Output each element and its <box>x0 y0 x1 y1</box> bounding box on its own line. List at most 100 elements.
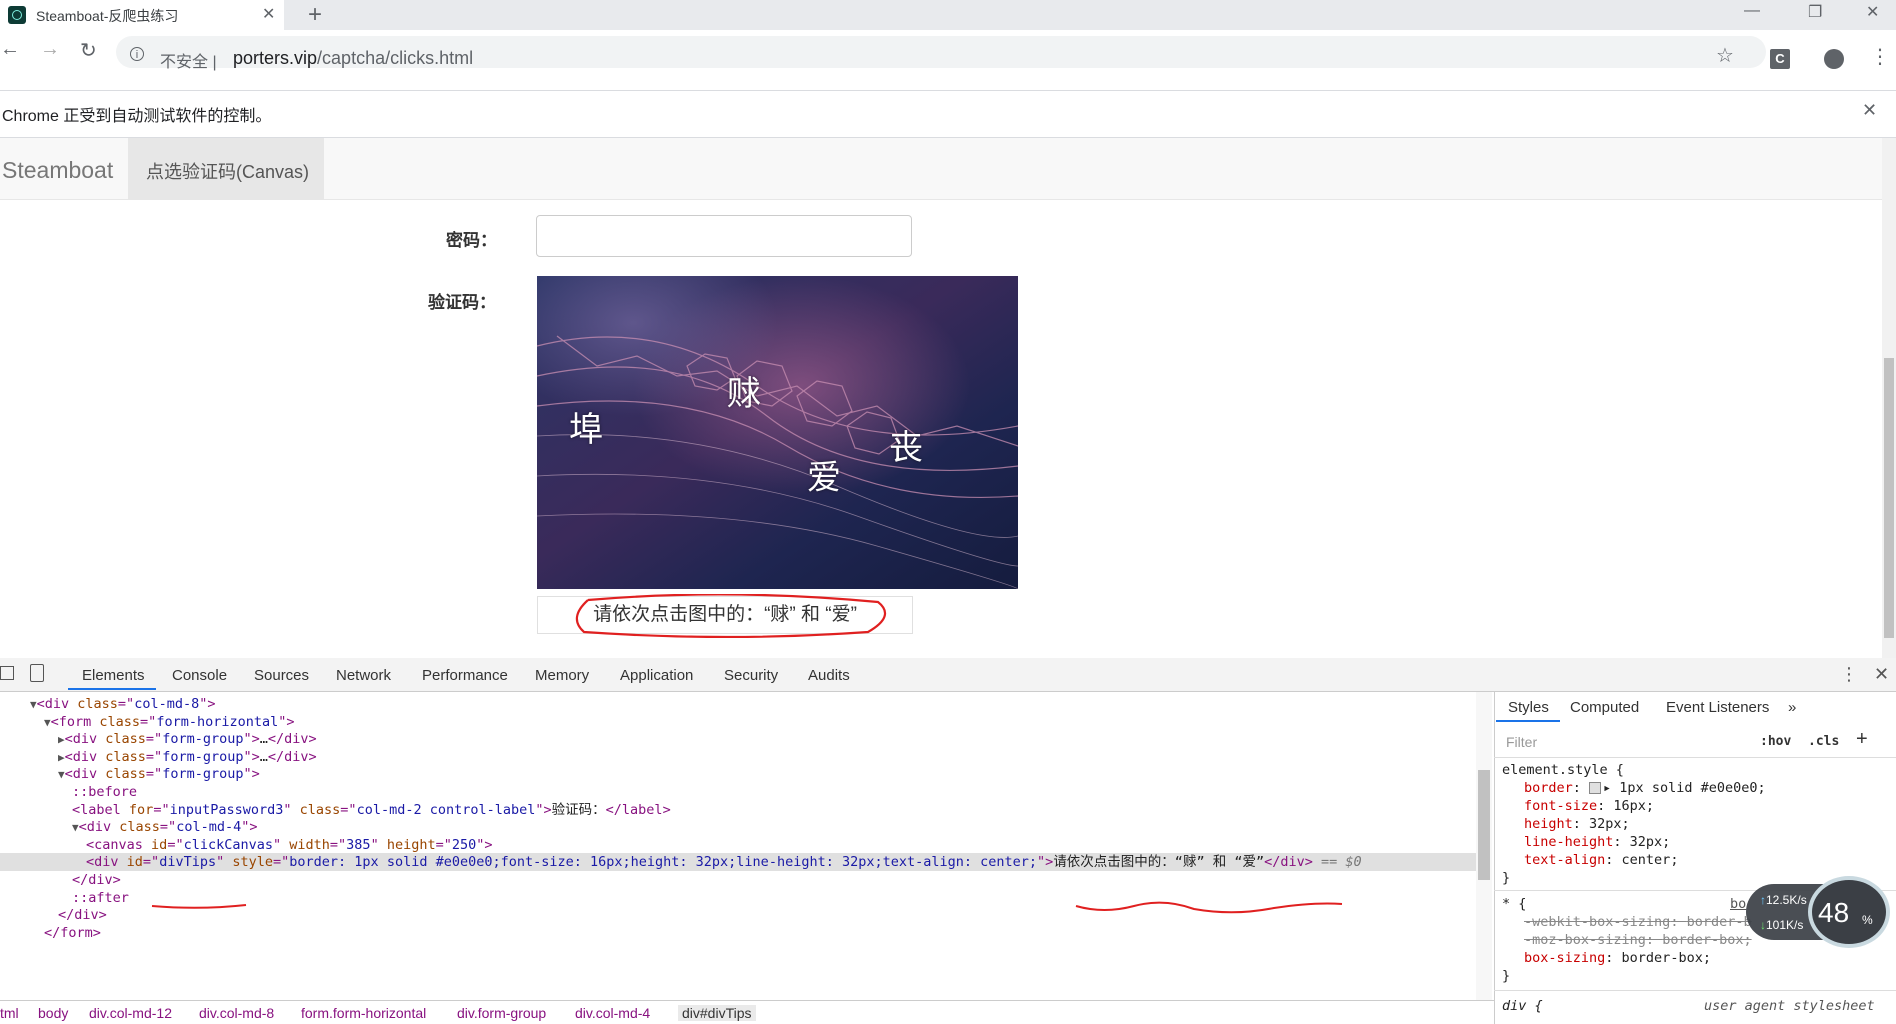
styles-filter-input[interactable]: Filter <box>1506 734 1537 750</box>
css-rule[interactable]: line-height: 32px; <box>1524 834 1670 850</box>
expand-triangle-icon[interactable]: ▼ <box>58 768 65 781</box>
site-brand[interactable]: Steamboat <box>2 157 113 184</box>
back-button[interactable]: ← <box>0 38 20 61</box>
breadcrumb-item[interactable]: div.col-md-8 <box>199 1005 274 1021</box>
automation-infobar <box>0 90 1896 138</box>
event-listeners-tab[interactable]: Event Listeners <box>1666 699 1769 716</box>
css-rule[interactable]: font-size: 16px; <box>1524 798 1654 814</box>
breadcrumb-item[interactable]: body <box>38 1005 68 1021</box>
infobar-text: Chrome 正受到自动测试软件的控制。 <box>2 108 272 125</box>
active-tab-indicator <box>1496 720 1560 722</box>
url-text[interactable]: porters.vip/captcha/clicks.html <box>233 48 473 69</box>
devtools-tab[interactable]: Sources <box>254 667 309 684</box>
devtools-tab[interactable]: Application <box>620 667 693 684</box>
css-rule[interactable]: text-align: center; <box>1524 852 1678 868</box>
add-rule-icon[interactable]: + <box>1856 728 1868 751</box>
download-speed: ↓101K/s <box>1760 918 1804 932</box>
css-rule-overridden[interactable]: -webkit-box-sizing: border-b <box>1524 914 1752 930</box>
dom-node[interactable]: </div> <box>72 871 121 889</box>
rule-source-link[interactable]: bo <box>1730 896 1746 912</box>
tab-close-icon[interactable]: ✕ <box>262 4 275 24</box>
dom-node[interactable]: ▶<div class="form-group">…</div> <box>58 748 317 766</box>
css-rule[interactable]: height: 32px; <box>1524 816 1630 832</box>
breadcrumb-item-active[interactable]: div#divTips <box>678 1005 756 1021</box>
devtools-tab[interactable]: Elements <box>82 667 145 684</box>
captcha-char[interactable]: 赇 <box>727 366 761 415</box>
device-toolbar-icon[interactable] <box>30 664 44 682</box>
dom-node[interactable]: ▶<div class="form-group">…</div> <box>58 730 317 748</box>
css-rule-overridden[interactable]: -moz-box-sizing: border-box; <box>1524 932 1752 948</box>
usage-percent: 48 <box>1818 897 1850 928</box>
breadcrumb-item[interactable]: form.form-horizontal <box>301 1005 426 1021</box>
minimize-button[interactable]: — <box>1744 2 1760 20</box>
expand-triangle-icon[interactable]: ▶ <box>58 733 65 746</box>
devtools-tab[interactable]: Memory <box>535 667 589 684</box>
nav-item-captcha[interactable]: 点选验证码(Canvas) <box>146 158 309 184</box>
devtools-tab[interactable]: Performance <box>422 667 508 684</box>
breadcrumb-item[interactable]: div.col-md-12 <box>89 1005 172 1021</box>
window-close-button[interactable]: ✕ <box>1866 2 1879 22</box>
expand-triangle-icon[interactable]: ▶ <box>58 751 65 764</box>
dom-node[interactable]: ▼<form class="form-horizontal"> <box>44 713 295 731</box>
color-swatch-icon[interactable] <box>1589 782 1602 794</box>
extension-icon[interactable]: C <box>1770 49 1790 69</box>
dom-node[interactable]: ▼<div class="col-md-4"> <box>72 818 258 836</box>
breadcrumb-item[interactable]: tml <box>0 1005 19 1021</box>
new-tab-button[interactable]: + <box>308 1 322 29</box>
devtools-tab[interactable]: Security <box>724 667 778 684</box>
infobar-close-icon[interactable]: ✕ <box>1862 100 1877 121</box>
cls-toggle[interactable]: .cls <box>1808 734 1839 749</box>
red-underline <box>1075 901 1343 914</box>
restore-button[interactable]: ❐ <box>1808 2 1822 22</box>
devtools-tab[interactable]: Console <box>172 667 227 684</box>
bookmark-star-icon[interactable]: ☆ <box>1716 43 1734 68</box>
dom-node[interactable]: </div> <box>58 906 107 924</box>
password-input[interactable] <box>536 215 912 257</box>
more-tabs-icon[interactable]: » <box>1788 699 1796 716</box>
password-label: 密码： <box>446 231 497 250</box>
close-brace: } <box>1502 870 1511 886</box>
devtools-more-icon[interactable]: ⋮ <box>1840 664 1858 685</box>
ua-stylesheet-label: user agent stylesheet <box>1704 998 1875 1014</box>
breadcrumb-item[interactable]: div.col-md-4 <box>575 1005 650 1021</box>
usage-percent-sign: % <box>1862 913 1873 927</box>
devtools-tab[interactable]: Audits <box>808 667 850 684</box>
devtools-tab[interactable]: Network <box>336 667 391 684</box>
tab-title: Steamboat-反爬虫练习 <box>36 8 179 24</box>
dom-node[interactable]: <label for="inputPassword3" class="col-m… <box>72 801 671 819</box>
rule-divider <box>1494 990 1896 991</box>
dom-node[interactable]: </form> <box>44 924 101 942</box>
expand-triangle-icon[interactable]: ▼ <box>30 698 37 711</box>
expand-triangle-icon[interactable]: ▼ <box>44 716 51 729</box>
profile-avatar-icon[interactable] <box>1824 49 1844 69</box>
page-scrollbar-thumb[interactable] <box>1884 358 1894 638</box>
captcha-canvas[interactable]: 埠 赇 爱 丧 <box>537 276 1018 589</box>
inspect-element-icon[interactable] <box>0 666 14 680</box>
dom-node[interactable]: ::before <box>72 783 137 801</box>
reload-button[interactable]: ↻ <box>80 38 97 63</box>
dom-node-selected[interactable]: <div id="divTips" style="border: 1px sol… <box>86 853 1362 871</box>
dom-node[interactable]: ▼<div class="form-group"> <box>58 765 260 783</box>
dom-node[interactable]: ::after <box>72 889 129 907</box>
red-annotation-circle <box>575 594 887 638</box>
dom-node[interactable]: <canvas id="clickCanvas" width="385" hei… <box>86 836 493 854</box>
expand-triangle-icon[interactable]: ▼ <box>72 821 79 834</box>
css-rule[interactable]: box-sizing: border-box; <box>1524 950 1711 966</box>
computed-tab[interactable]: Computed <box>1570 699 1639 716</box>
upload-speed: ↑12.5K/s <box>1760 893 1807 907</box>
insecure-label[interactable]: 不安全 | <box>160 48 217 72</box>
devtools-close-icon[interactable]: ✕ <box>1874 664 1889 685</box>
captcha-char[interactable]: 埠 <box>569 402 603 451</box>
info-icon[interactable]: i <box>130 47 144 61</box>
breadcrumb-item[interactable]: div.form-group <box>457 1005 546 1021</box>
captcha-char[interactable]: 丧 <box>889 420 923 469</box>
dom-node[interactable]: ▼<div class="col-md-8"> <box>30 695 216 713</box>
forward-button[interactable]: → <box>40 38 60 61</box>
browser-menu-icon[interactable]: ⋮ <box>1870 44 1890 69</box>
css-rule[interactable]: border: ▸ 1px solid #e0e0e0; <box>1524 780 1766 796</box>
styles-tab[interactable]: Styles <box>1508 699 1549 716</box>
elements-scrollbar-thumb[interactable] <box>1478 770 1490 880</box>
hov-toggle[interactable]: :hov <box>1760 734 1791 749</box>
captcha-char[interactable]: 爱 <box>807 450 841 499</box>
captcha-label: 验证码： <box>428 293 496 312</box>
